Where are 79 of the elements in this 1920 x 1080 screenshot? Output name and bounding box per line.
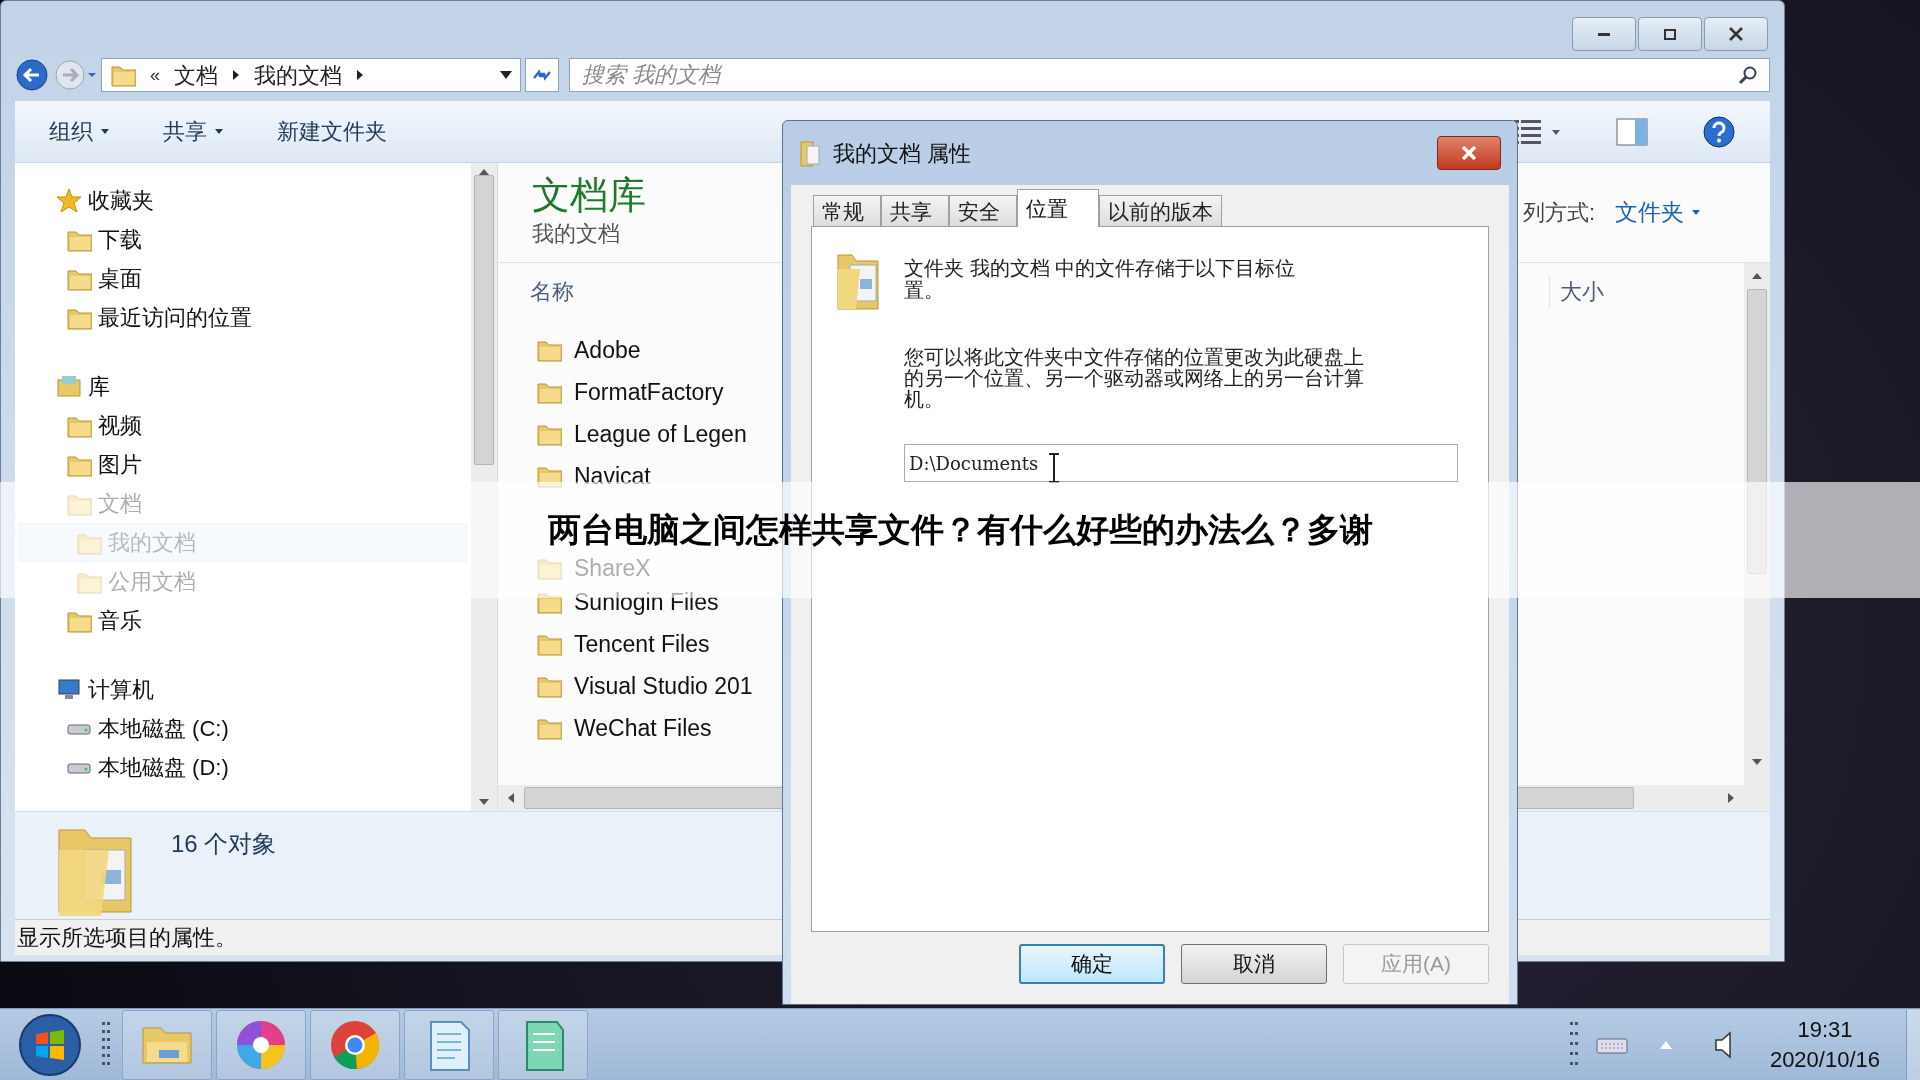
file-name[interactable]: Navicat [574, 458, 651, 494]
close-button[interactable] [1704, 17, 1768, 51]
file-name[interactable]: Adobe [574, 332, 641, 368]
file-name[interactable]: Sunlogin Files [574, 584, 719, 620]
scrollbar-thumb[interactable] [474, 175, 494, 465]
path-field[interactable]: D:\Documents [904, 444, 1458, 482]
dropdown-icon[interactable] [500, 71, 512, 79]
file-name[interactable]: WeChat Files [574, 710, 712, 746]
file-name[interactable]: Visual Studio 201 [574, 668, 753, 704]
maximize-icon [1664, 28, 1676, 40]
star-icon [56, 187, 82, 214]
column-header[interactable]: 名称 [530, 274, 574, 308]
dialog-button[interactable]: 确定 [1019, 944, 1165, 984]
nav-item[interactable]: 收藏夹 [19, 181, 467, 220]
maximize-button[interactable] [1638, 17, 1702, 51]
file-name[interactable]: FormatFactory [574, 374, 724, 410]
caption-text: 两台电脑之间怎样共享文件？有什么好些的办法么？多谢 [547, 512, 1373, 546]
caret-icon [1692, 209, 1700, 215]
back-icon[interactable] [15, 58, 49, 92]
search-icon [1738, 65, 1758, 85]
refresh-icon[interactable] [525, 58, 559, 92]
arrange-by-label: 列方式: [1522, 198, 1595, 227]
item-count: 16 个对象 [171, 829, 277, 859]
scrollbar-thumb[interactable] [1747, 289, 1767, 574]
taskbar-app[interactable] [404, 1009, 494, 1080]
scroll-left-icon[interactable] [508, 793, 514, 803]
speaker-icon[interactable] [1713, 1029, 1734, 1060]
search-field[interactable]: 搜索 我的文档 [569, 58, 1770, 92]
toolbar-button[interactable]: 组织 [49, 115, 109, 148]
location-intro-text: 文件夹 我的文档 中的文件存储于以下目标位置。 [904, 256, 1297, 303]
scroll-down-icon[interactable] [1752, 759, 1762, 765]
nav-item[interactable]: 音乐 [19, 601, 467, 640]
nav-item[interactable]: 下载 [19, 220, 467, 259]
folder-icon [799, 138, 823, 168]
nav-item[interactable]: 本地磁盘 (C:) [19, 709, 467, 748]
tab[interactable]: 以前的版本 [1099, 195, 1222, 227]
nav-item[interactable]: 桌面 [19, 259, 467, 298]
nav-item[interactable]: 视频 [19, 406, 467, 445]
toolbar-button[interactable]: 新建文件夹 [277, 115, 387, 148]
library-title: 文档库 [532, 173, 646, 217]
nav-item[interactable]: 图片 [19, 445, 467, 484]
close-icon [1459, 143, 1479, 163]
file-name[interactable]: League of Legen [574, 416, 747, 452]
dialog-button[interactable]: 取消 [1181, 944, 1327, 984]
taskbar-app[interactable] [310, 1009, 400, 1080]
help-icon[interactable] [1702, 114, 1736, 149]
column-header[interactable]: 大小 [1549, 274, 1604, 308]
file-name[interactable]: Tencent Files [574, 626, 710, 662]
address-bar[interactable]: « 文档 我的文档 [101, 58, 521, 92]
breadcrumb-item[interactable]: 文档 [174, 58, 218, 92]
tab[interactable]: 共享 [881, 195, 949, 227]
dialog-title: 我的文档 属性 [833, 139, 972, 168]
close-button[interactable] [1437, 136, 1501, 170]
arrange-by-dropdown[interactable]: 文件夹 [1615, 195, 1700, 230]
minimize-icon [1598, 32, 1610, 36]
taskbar-app[interactable] [216, 1009, 306, 1080]
tab[interactable]: 安全 [949, 195, 1017, 227]
toolbar-button[interactable]: 共享 [163, 115, 223, 148]
scroll-right-icon[interactable] [1728, 793, 1734, 803]
breadcrumb-overflow[interactable]: « [150, 61, 160, 89]
close-icon [1729, 27, 1743, 41]
nav-item[interactable]: 计算机 [19, 670, 467, 709]
tab[interactable]: 常规 [813, 195, 881, 227]
scroll-down-icon[interactable] [479, 799, 489, 805]
chevron-icon [232, 69, 240, 81]
nav-item[interactable]: 本地磁盘 (D:) [19, 748, 467, 787]
scroll-up-icon[interactable] [1752, 273, 1762, 279]
library-subtitle: 我的文档 [532, 220, 621, 248]
library-icon [56, 373, 82, 400]
text-cursor-icon [1047, 453, 1061, 483]
nav-item[interactable]: 最近访问的位置 [19, 298, 467, 337]
tab[interactable]: 位置 [1017, 189, 1099, 227]
breadcrumb-item[interactable]: 我的文档 [254, 58, 342, 92]
location-description-text: 您可以将此文件夹中文件存储的位置更改为此硬盘上的另一个位置、另一个驱动器或网络上的另一台计算机。 [904, 347, 1364, 410]
chevron-icon [356, 69, 364, 81]
nav-item[interactable]: 库 [19, 367, 467, 406]
taskbar-app[interactable] [498, 1009, 588, 1080]
status-text: 显示所选项目的属性。 [17, 924, 237, 952]
clock[interactable]: 19:31 2020/10/16 [1769, 1014, 1880, 1075]
